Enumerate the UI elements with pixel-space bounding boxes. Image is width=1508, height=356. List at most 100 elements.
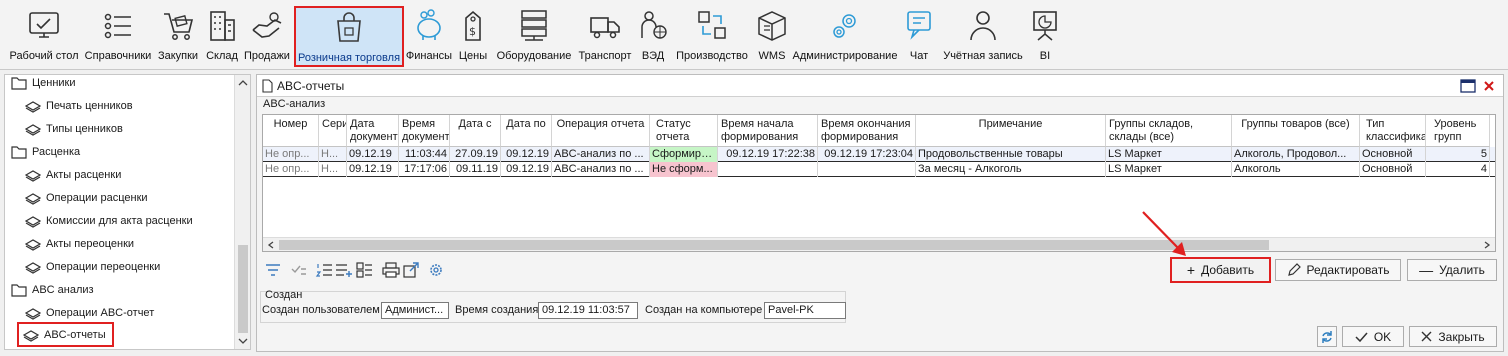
nav-item-abc-reports[interactable]: ABC-отчеты bbox=[17, 322, 114, 347]
toolbar-item-wms[interactable]: WMS bbox=[754, 4, 790, 66]
toolbar-item-catalogs[interactable]: Справочники bbox=[83, 4, 153, 66]
close-icon[interactable] bbox=[1483, 80, 1495, 92]
column-header[interactable]: Дата с bbox=[450, 115, 501, 147]
chevron-down-icon[interactable] bbox=[238, 337, 248, 345]
columns-icon[interactable] bbox=[355, 261, 373, 279]
nav-label: Расценка bbox=[32, 146, 81, 158]
toolbar-item-transport[interactable]: Транспорт bbox=[576, 4, 634, 66]
form-icon bbox=[25, 193, 41, 205]
column-header[interactable]: Серия bbox=[319, 115, 347, 147]
refresh-icon bbox=[1322, 330, 1332, 343]
table-scroll-thumb[interactable] bbox=[279, 240, 1269, 250]
toolbar-item-sales[interactable]: Продажи bbox=[242, 4, 292, 66]
toolbar-item-desktop[interactable]: Рабочий стол bbox=[6, 4, 82, 66]
toolbar-item-equipment[interactable]: Оборудование bbox=[494, 4, 574, 66]
column-header[interactable]: Статус отчета bbox=[650, 115, 718, 147]
window-maximize-icon[interactable] bbox=[1460, 79, 1476, 93]
toolbar-item-account[interactable]: Учётная запись bbox=[940, 4, 1026, 66]
ok-button[interactable]: OK bbox=[1342, 326, 1404, 347]
toolbar-item-production[interactable]: Производство bbox=[673, 4, 751, 66]
toolbar-item-purchases[interactable]: Закупки bbox=[155, 4, 201, 66]
column-header[interactable]: Дата по bbox=[501, 115, 552, 147]
created-by-field[interactable]: Админист... bbox=[381, 302, 449, 319]
checklist-icon[interactable] bbox=[290, 261, 308, 279]
column-header[interactable]: Дата документ bbox=[347, 115, 399, 147]
delete-button[interactable]: — Удалить bbox=[1407, 259, 1497, 281]
close-button[interactable]: Закрыть bbox=[1409, 326, 1497, 347]
column-header[interactable]: Примечание bbox=[916, 115, 1106, 147]
nav-item-price-tag-types[interactable]: Типы ценников bbox=[25, 118, 123, 140]
toolbar-item-finance[interactable]: Финансы bbox=[405, 4, 453, 66]
form-icon bbox=[25, 262, 41, 274]
gear-icon bbox=[833, 14, 856, 38]
column-header[interactable]: Время документ bbox=[399, 115, 450, 147]
table-row[interactable]: Не опр... Н... 09.12.19 11:03:44 27.09.1… bbox=[263, 147, 1495, 162]
created-computer-field[interactable]: Pavel-PK bbox=[764, 302, 846, 319]
nav-item-revaluation-acts[interactable]: Акты переоценки bbox=[25, 233, 134, 255]
chevron-left-icon[interactable] bbox=[267, 241, 275, 249]
table-horizontal-scrollbar[interactable] bbox=[263, 237, 1495, 251]
column-header[interactable]: Уровень групп bbox=[1426, 115, 1490, 147]
column-header[interactable]: Номер bbox=[263, 115, 319, 147]
add-row-icon[interactable] bbox=[335, 261, 353, 279]
nav-label: Типы ценников bbox=[46, 123, 123, 135]
toolbar-item-administration[interactable]: Администрирование bbox=[793, 4, 897, 66]
nav-item-print-price-tags[interactable]: Печать ценников bbox=[25, 95, 133, 117]
chevron-up-icon[interactable] bbox=[238, 79, 248, 87]
chat-icon bbox=[907, 11, 931, 40]
toolbar-item-prices[interactable]: $ Цены bbox=[456, 4, 490, 66]
table-row[interactable]: Не опр... Н... 09.12.19 17:17:06 09.11.1… bbox=[263, 162, 1495, 177]
nav-scroll-thumb[interactable] bbox=[238, 245, 248, 333]
toolbar-item-chat[interactable]: Чат bbox=[904, 4, 934, 66]
nav-item-revaluation-operations[interactable]: Операции переоценки bbox=[25, 256, 160, 278]
table-cell: За месяц - Алкоголь bbox=[916, 162, 1106, 177]
toolbar-item-retail[interactable]: Розничная торговля bbox=[294, 6, 404, 67]
export-icon[interactable] bbox=[402, 261, 420, 279]
user-icon bbox=[970, 11, 996, 41]
nav-folder-pricing[interactable]: Расценка bbox=[11, 141, 80, 163]
nav-item-abc-operations[interactable]: Операции ABC-отчет bbox=[25, 302, 154, 324]
cart-icon bbox=[164, 13, 194, 40]
edit-button[interactable]: Редактировать bbox=[1275, 259, 1401, 281]
toolbar-label: BI bbox=[1039, 50, 1051, 62]
created-time-field[interactable]: 09.12.19 11:03:57 bbox=[538, 302, 638, 319]
status-badge: Сформиро... bbox=[650, 147, 718, 162]
add-button[interactable]: + Добавить bbox=[1170, 257, 1271, 283]
settings-gear-icon[interactable] bbox=[427, 261, 445, 279]
column-header[interactable]: Время окончания формирования bbox=[818, 115, 916, 147]
filter-icon[interactable] bbox=[264, 261, 282, 279]
toolbar-label: Оборудование bbox=[496, 50, 572, 62]
toolbar-item-bi[interactable]: BI bbox=[1030, 4, 1060, 66]
form-icon bbox=[25, 170, 41, 182]
column-header[interactable]: Тип классификат bbox=[1360, 115, 1426, 147]
nav-scrollbar[interactable] bbox=[234, 75, 250, 349]
column-header[interactable]: Операция отчета bbox=[552, 115, 650, 147]
table-cell: ABC-анализ по ... bbox=[552, 162, 650, 177]
table-cell: Алкоголь, Продовол... bbox=[1232, 147, 1360, 162]
nav-item-pricing-operations[interactable]: Операции расценки bbox=[25, 187, 148, 209]
nav-label: Операции переоценки bbox=[46, 261, 161, 273]
toolbar-item-foreign-trade[interactable]: ВЭД bbox=[637, 4, 669, 66]
chevron-right-icon[interactable] bbox=[1483, 241, 1491, 249]
nav-folder-price-tags[interactable]: Ценники bbox=[11, 75, 76, 94]
form-icon bbox=[25, 308, 41, 320]
column-header[interactable]: Группы складов, склады (все) bbox=[1106, 115, 1232, 147]
print-icon[interactable] bbox=[382, 261, 400, 279]
table-cell: Основной bbox=[1360, 162, 1426, 177]
refresh-button[interactable] bbox=[1317, 326, 1337, 347]
numbered-list-icon[interactable] bbox=[315, 261, 333, 279]
column-header[interactable]: Группы товаров (все) bbox=[1232, 115, 1360, 147]
close-x-icon bbox=[1421, 331, 1432, 342]
desktop-icon bbox=[29, 12, 59, 38]
nav-item-pricing-acts[interactable]: Акты расценки bbox=[25, 164, 121, 186]
toolbar-item-warehouse[interactable]: Склад bbox=[204, 4, 240, 66]
column-header[interactable]: Время начала формирования bbox=[718, 115, 818, 147]
nav-folder-abc-analysis[interactable]: ABC анализ bbox=[11, 279, 94, 301]
form-icon bbox=[25, 239, 41, 251]
table-cell: 09.12.19 bbox=[501, 162, 552, 177]
table-cell: 09.12.19 bbox=[347, 162, 399, 177]
toolbar-label: Продажи bbox=[244, 50, 290, 62]
nav-item-pricing-commissions[interactable]: Комиссии для акта расценки bbox=[25, 210, 193, 232]
toolbar-label: Учётная запись bbox=[943, 50, 1023, 62]
table-cell: 09.11.19 bbox=[450, 162, 501, 177]
